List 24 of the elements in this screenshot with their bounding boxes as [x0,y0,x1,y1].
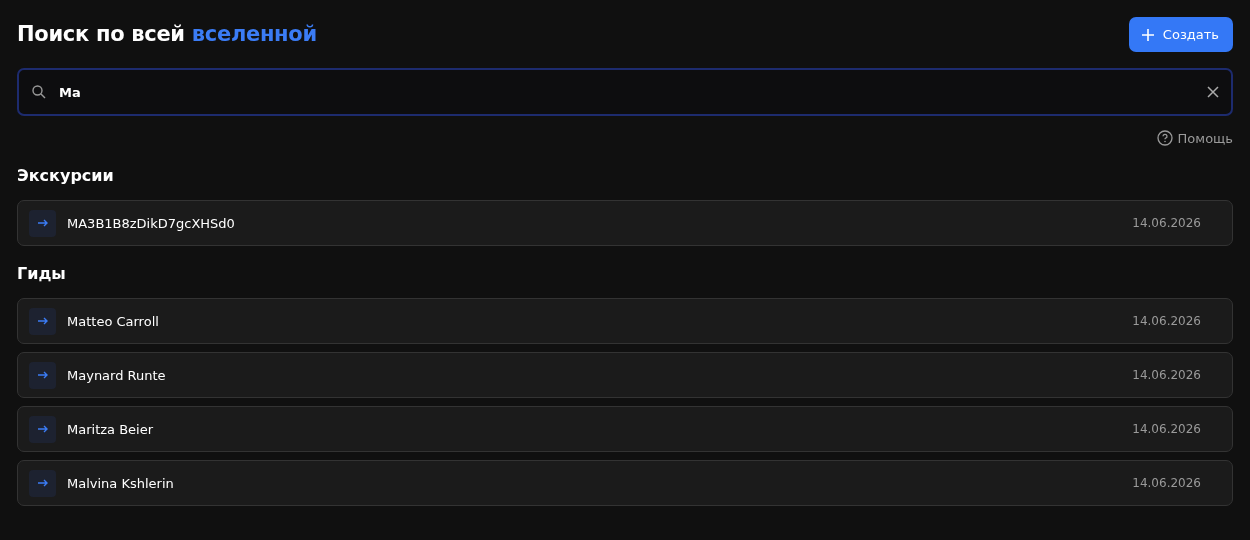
result-row[interactable]: Maynard Runte 14.06.2026 [17,352,1233,398]
result-row[interactable]: Maritza Beier 14.06.2026 [17,406,1233,452]
help-icon [1156,130,1173,146]
result-row[interactable]: Malvina Kshlerin 14.06.2026 [17,460,1233,506]
result-row[interactable]: MA3B1B8zDikD7gcXHSd0 14.06.2026 [17,200,1233,246]
result-row[interactable]: Matteo Carroll 14.06.2026 [17,298,1233,344]
create-button[interactable]: Создать [1128,17,1233,52]
search-field[interactable]: Ma [17,68,1233,116]
result-name: Matteo Carroll [67,313,160,329]
clear-icon[interactable] [1207,86,1219,98]
result-date: 14.06.2026 [1132,476,1201,490]
result-date: 14.06.2026 [1132,422,1201,436]
page-title: Поиск по всей вселенной [17,22,317,46]
result-name: Maritza Beier [67,421,155,437]
result-date: 14.06.2026 [1132,368,1201,382]
result-name: Maynard Runte [67,367,167,383]
plus-icon [1140,27,1155,42]
section-heading: Гиды [17,264,67,284]
help-link[interactable]: Помощь [1156,128,1233,148]
result-date: 14.06.2026 [1132,216,1201,230]
section-heading: Экскурсии [17,166,115,186]
result-date: 14.06.2026 [1132,314,1201,328]
result-name: MA3B1B8zDikD7gcXHSd0 [67,215,236,231]
result-name: Malvina Kshlerin [67,475,175,491]
